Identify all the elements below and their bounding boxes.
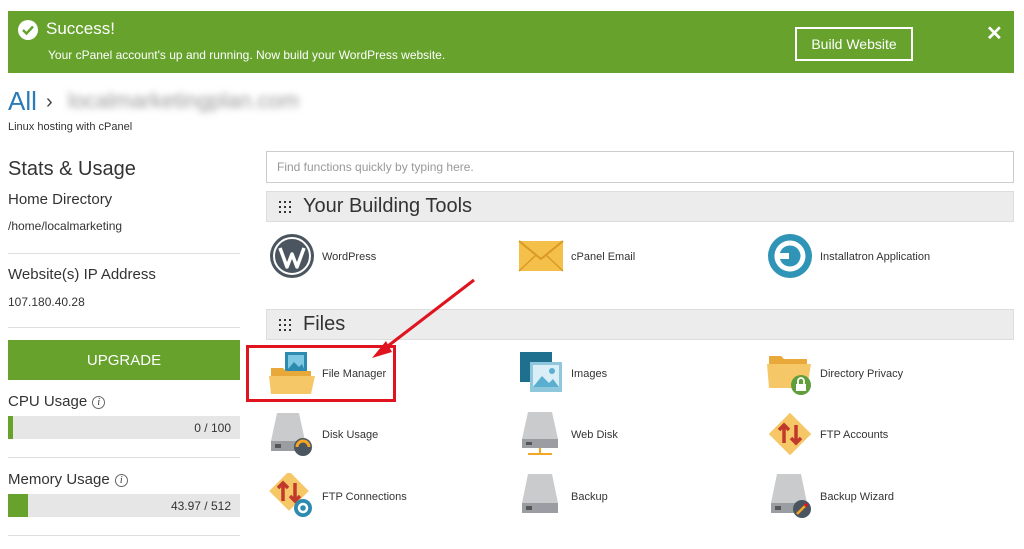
drag-handle-icon[interactable] [279,201,291,213]
upgrade-button[interactable]: UPGRADE [8,340,240,380]
home-directory-value: /home/localmarketing [8,219,123,233]
tool-label: FTP Accounts [820,429,889,441]
search-input[interactable] [266,151,1014,183]
tool-backup-wizard[interactable]: Backup Wizard [767,473,967,521]
ip-address-label: Website(s) IP Address [8,266,156,283]
ftp-arrows-icon [768,412,812,456]
tool-images[interactable]: Images [518,350,718,398]
tool-label: WordPress [322,251,377,263]
hosting-subtitle: Linux hosting with cPanel [8,121,133,133]
memory-usage-label: Memory Usage i [8,471,128,488]
build-website-button[interactable]: Build Website [795,27,913,61]
home-directory-label: Home Directory [8,191,113,208]
backup-wizard-icon [771,474,811,518]
tool-label: Installatron Application [820,251,931,263]
tool-cpanel-email[interactable]: cPanel Email [518,233,718,281]
web-disk-icon [522,412,558,455]
divider [8,535,240,536]
tool-wordpress[interactable]: WordPress [269,233,469,281]
section-header-files[interactable]: Files [266,309,1014,340]
breadcrumb-all-link[interactable]: All [8,86,37,117]
cpu-usage-label: CPU Usage i [8,393,106,410]
stats-heading: Stats & Usage [8,158,136,180]
tool-disk-usage[interactable]: Disk Usage [269,411,469,459]
memory-usage-fill [8,494,28,517]
tool-label: Disk Usage [322,429,379,441]
cpu-usage-bar: 0 / 100 [8,416,240,439]
tool-label: Backup [571,491,608,503]
tool-backup[interactable]: Backup [518,473,718,521]
tool-directory-privacy[interactable]: Directory Privacy [767,350,967,398]
section-title: Files [303,313,346,335]
success-banner: Success! Your cPanel account's up and ru… [8,11,1014,73]
banner-title: Success! [46,19,115,38]
memory-usage-bar: 43.97 / 512 [8,494,240,517]
tool-ftp-connections[interactable]: FTP Connections [269,473,469,521]
tool-label: Images [571,368,608,380]
divider [8,327,240,328]
installatron-icon [768,234,812,278]
images-icon [520,352,562,392]
close-icon[interactable]: ✕ [986,21,1003,46]
info-icon[interactable]: i [114,474,128,487]
tool-label: cPanel Email [571,251,636,263]
highlight-box [246,345,396,402]
cpu-usage-text: CPU Usage [8,393,88,410]
cpu-usage-fill [8,416,13,439]
drag-handle-icon[interactable] [279,319,291,331]
breadcrumb-domain: localmarketingplan.com [68,88,300,113]
section-title: Your Building Tools [303,195,473,217]
memory-usage-text: Memory Usage [8,471,110,488]
disk-usage-icon [271,413,312,456]
tool-label: Web Disk [571,429,618,441]
cpu-usage-value: 0 / 100 [194,421,231,435]
divider [8,253,240,254]
tool-label: Directory Privacy [820,368,904,380]
check-circle-icon [18,20,38,40]
memory-usage-value: 43.97 / 512 [170,499,231,513]
tool-installatron[interactable]: Installatron Application [767,233,987,281]
divider [8,457,240,458]
chevron-right-icon: › [46,91,53,113]
tool-ftp-accounts[interactable]: FTP Accounts [767,411,967,459]
envelope-icon [518,240,564,272]
tool-label: FTP Connections [322,491,407,503]
tool-web-disk[interactable]: Web Disk [518,411,718,459]
ip-address-value: 107.180.40.28 [8,295,85,309]
backup-drive-icon [522,474,558,513]
ftp-connections-icon [269,473,312,517]
banner-message: Your cPanel account's up and running. No… [48,48,446,62]
tool-label: Backup Wizard [820,491,894,503]
section-header-building-tools[interactable]: Your Building Tools [266,191,1014,222]
folder-lock-icon [767,356,811,395]
wordpress-icon [270,234,314,278]
info-icon[interactable]: i [92,396,106,409]
